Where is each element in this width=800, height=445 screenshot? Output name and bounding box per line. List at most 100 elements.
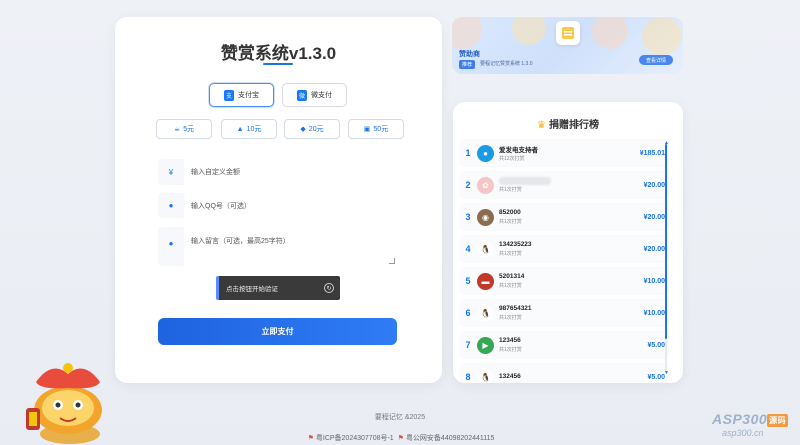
donor-info: 852000 共1次打赏 (499, 209, 644, 225)
donor-avatar: ◉ (477, 208, 494, 226)
custom-amount-input[interactable]: 输入自定义金额 (184, 159, 397, 185)
ranking-title-text: 捐赠排行榜 (548, 120, 599, 131)
donor-name: 987654321 (499, 305, 532, 312)
watermark-logo: ASP300 源码 (712, 411, 789, 427)
cake-icon: ▲ (236, 125, 244, 133)
tab-alipay[interactable]: 支 支付宝 (209, 83, 274, 107)
scroll-down-icon[interactable]: ▼ (664, 370, 669, 376)
sponsor-title: 赞助商 (459, 51, 480, 58)
ranking-row: 2 ✿ 共1次打赏 ¥20.00 (459, 171, 669, 199)
wechat-pay-icon: 微 (297, 89, 307, 101)
donor-name: 爱发电支持者 (499, 147, 538, 154)
sponsor-desc: 要程记忆赞赏系统 1.3.0 (480, 61, 533, 67)
lion-dance-mascot (26, 363, 102, 444)
donor-count: 共1次打赏 (499, 283, 522, 289)
watermark-url: asp300.cn (722, 428, 764, 438)
tab-alipay-label: 支付宝 (238, 92, 259, 99)
gift-icon: ▣ (363, 126, 371, 133)
rank-number: 7 (465, 340, 471, 350)
banner-decoration (642, 17, 682, 55)
rank-number: 4 (465, 244, 471, 254)
donor-info: 123456 共1次打赏 (499, 337, 647, 353)
sponsor-app-icon (556, 21, 580, 45)
scrollbar-thumb[interactable] (665, 144, 667, 339)
tab-wechat-label: 微支付 (311, 92, 332, 99)
donor-info: 5201314 共1次打赏 (499, 273, 644, 289)
amount-50-label: 50元 (373, 126, 389, 133)
donor-avatar: ▬ (477, 272, 494, 290)
donor-count: 共12次打赏 (499, 156, 525, 162)
donor-avatar: ✿ (477, 176, 494, 194)
amount-5-button[interactable]: ☕ 5元 (156, 119, 212, 139)
alipay-icon: 支 (224, 89, 234, 101)
refresh-icon: ↻ (324, 283, 334, 293)
custom-amount-field[interactable]: ¥ 输入自定义金额 (158, 159, 397, 185)
donor-count: 共1次打赏 (499, 251, 522, 257)
watermark-tag: 源码 (767, 413, 789, 427)
qq-field[interactable]: ● 输入QQ号（可选） (158, 193, 397, 218)
donor-name (499, 177, 551, 185)
ranking-row: 4 🐧 134235223 共1次打赏 ¥20.00 (459, 235, 669, 263)
pay-now-button[interactable]: 立即支付 (158, 318, 397, 345)
donor-name: 5201314 (499, 273, 525, 280)
captcha-button[interactable]: 点击按钮开始验证 ↻ (216, 276, 340, 300)
banner-decoration (512, 17, 546, 45)
donor-count: 共1次打赏 (499, 347, 522, 353)
police-badge-icon: ⚑ (397, 435, 404, 442)
donor-info: 爱发电支持者 共12次打赏 (499, 144, 640, 162)
ranking-scrollbar[interactable] (665, 144, 667, 372)
ranking-row: 7 ▶ 123456 共1次打赏 ¥5.00 (459, 331, 669, 359)
yuan-icon: ¥ (168, 167, 174, 177)
donor-avatar: ● (477, 144, 494, 162)
donor-name: 132456 (499, 372, 521, 380)
amount-5-label: 5元 (183, 126, 195, 133)
sponsor-banner[interactable]: 赞助商 推荐 要程记忆赞赏系统 1.3.0 查看详情 (452, 17, 683, 74)
donor-count: 共1次打赏 (499, 187, 522, 193)
donor-count: 共1次打赏 (499, 219, 522, 225)
amount-10-label: 10元 (246, 126, 262, 133)
ranking-row: 5 ▬ 5201314 共1次打赏 ¥10.00 (459, 267, 669, 295)
footer-icp: ⚑ 粤ICP备2024307708号-1 ⚑ 粤公网安备44098202441115 (0, 433, 800, 443)
donor-avatar: 🐧 (477, 240, 494, 258)
donor-name: 134235223 (499, 241, 532, 248)
message-textarea[interactable]: 输入留言（可选，最高25字符） (184, 227, 397, 266)
rank-number: 6 (465, 308, 471, 318)
rank-number: 2 (465, 180, 471, 190)
ranking-row: 8 🐧 132456 ¥5.00 (459, 363, 669, 383)
donor-info: 共1次打赏 (499, 177, 644, 193)
rank-number: 8 (465, 372, 471, 382)
donor-avatar: 🐧 (477, 368, 494, 383)
amount-10-button[interactable]: ▲ 10元 (221, 119, 277, 139)
ranking-row: 6 🐧 987654321 共1次打赏 ¥10.00 (459, 299, 669, 327)
sponsor-badge: 推荐 (459, 60, 476, 69)
ranking-row: 3 ◉ 852000 共1次打赏 ¥20.00 (459, 203, 669, 231)
donor-info: 132456 (499, 373, 647, 382)
captcha-label: 点击按钮开始验证 (226, 286, 278, 293)
amount-20-label: 20元 (308, 126, 324, 133)
watermark-brand: ASP300 (712, 411, 768, 427)
crown-icon: ♛ (537, 120, 546, 131)
amount-20-button[interactable]: ◆ 20元 (284, 119, 340, 139)
banner-decoration (452, 17, 482, 49)
title-underline (263, 63, 293, 65)
message-field[interactable]: ● 输入留言（可选，最高25字符） (158, 227, 397, 266)
donor-avatar: ▶ (477, 336, 494, 354)
resize-grip-icon[interactable] (389, 258, 395, 264)
rank-number: 3 (465, 212, 471, 222)
donor-avatar: 🐧 (477, 304, 494, 322)
sponsor-details-button[interactable]: 查看详情 (639, 55, 673, 65)
police-badge-icon: ⚑ (307, 435, 314, 442)
ranking-row: 1 ● 爱发电支持者 共12次打赏 ¥185.01 (459, 139, 669, 167)
chat-icon: ● (168, 239, 174, 248)
donation-card: 赞赏系统v1.3.0 支 支付宝 微 微支付 ☕ 5元 ▲ 10元 ◆ 20元 … (115, 17, 442, 383)
donor-name: 123456 (499, 337, 521, 344)
qq-icon: ● (168, 201, 174, 210)
donation-ranking: ♛ 捐赠排行榜 1 ● 爱发电支持者 共12次打赏 ¥185.01 2 ✿ 共1次打赏 ¥20.0… (453, 102, 683, 383)
tab-wechat-pay[interactable]: 微 微支付 (282, 83, 347, 107)
qq-input[interactable]: 输入QQ号（可选） (184, 193, 397, 218)
amount-50-button[interactable]: ▣ 50元 (348, 119, 404, 139)
icp-link[interactable]: 粤ICP备2024307708号-1 (316, 435, 394, 442)
banner-decoration (592, 17, 628, 49)
police-link[interactable]: 粤公网安备44098202441115 (406, 435, 494, 442)
donor-info: 134235223 共1次打赏 (499, 241, 644, 257)
